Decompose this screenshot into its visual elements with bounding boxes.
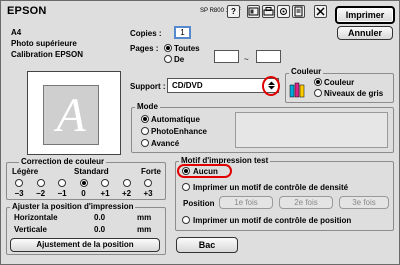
pages-from-radio[interactable] bbox=[164, 55, 172, 63]
correction-radio[interactable] bbox=[36, 179, 45, 187]
couleur-title: Couleur bbox=[289, 67, 324, 76]
mode-photoenhance-label: PhotoEnhance bbox=[151, 127, 208, 136]
support-arrow-highlight bbox=[262, 76, 280, 96]
print-button[interactable]: Imprimer bbox=[335, 6, 395, 24]
correction-tick-label: 0 bbox=[81, 189, 86, 198]
pages-to-field[interactable] bbox=[256, 50, 281, 63]
print-dialog: EPSON SP R800 1.50F ? Imprimer Annuler A… bbox=[0, 0, 400, 265]
calibration-label: Calibration EPSON bbox=[11, 50, 84, 59]
pages-all-radio[interactable] bbox=[164, 44, 172, 52]
second-time-button[interactable]: 2e fois bbox=[279, 196, 333, 209]
mode-auto-label: Automatique bbox=[151, 115, 200, 124]
mode-photoenhance-radio[interactable] bbox=[141, 127, 149, 135]
preview-icon[interactable] bbox=[292, 5, 305, 18]
copies-label: Copies : bbox=[130, 29, 162, 38]
couleur-color-radio[interactable] bbox=[314, 78, 322, 86]
couleur-color-label: Couleur bbox=[324, 78, 355, 87]
test-none-label: Aucun bbox=[193, 167, 218, 176]
correction-radio[interactable] bbox=[79, 179, 88, 187]
copies-field[interactable]: 1 bbox=[174, 26, 191, 39]
correction-tick-label: −3 bbox=[14, 189, 24, 198]
epson-logo: EPSON bbox=[7, 5, 47, 17]
mode-title: Mode bbox=[135, 102, 160, 111]
mode-advanced-radio[interactable] bbox=[141, 139, 149, 147]
test-position-label: Imprimer un motif de contrôle de positio… bbox=[193, 216, 352, 225]
horizontal-label: Horizontale bbox=[14, 213, 58, 222]
ink-cartridge-icon bbox=[289, 79, 305, 99]
pages-label: Pages : bbox=[130, 44, 159, 53]
paper-size: A4 bbox=[11, 28, 22, 37]
correction-tick-label: −2 bbox=[35, 189, 46, 198]
pages-all-label: Toutes bbox=[174, 44, 200, 53]
test-density-label: Imprimer un motif de contrôle de densité bbox=[193, 183, 349, 192]
printer-icon[interactable] bbox=[262, 5, 275, 18]
mode-description-box bbox=[235, 112, 388, 148]
pages-from-label: De bbox=[174, 55, 185, 64]
preview-letter: A bbox=[43, 85, 99, 145]
mode-auto-radio[interactable] bbox=[141, 115, 149, 123]
couleur-grayscale-label: Niveaux de gris bbox=[324, 89, 384, 98]
couleur-grayscale-radio[interactable] bbox=[314, 89, 322, 97]
pages-range-separator: ~ bbox=[244, 55, 249, 64]
vertical-value: 0.0 bbox=[94, 225, 106, 234]
back-button[interactable]: Bac bbox=[176, 237, 238, 253]
test-position-radio[interactable] bbox=[182, 216, 190, 224]
correction-low-label: Légère bbox=[12, 167, 39, 176]
mode-advanced-label: Avancé bbox=[151, 139, 180, 148]
correction-radio[interactable] bbox=[101, 179, 109, 187]
help-icon[interactable]: ? bbox=[227, 5, 240, 18]
correction-radio[interactable] bbox=[58, 179, 66, 187]
horizontal-value: 0.0 bbox=[94, 213, 106, 222]
close-icon[interactable] bbox=[314, 5, 327, 18]
correction-mid-label: Standard bbox=[74, 167, 109, 176]
support-value: CD/DVD bbox=[172, 81, 203, 90]
position-adjust-title: Ajuster la position d'impression bbox=[10, 202, 136, 211]
pages-from-field[interactable] bbox=[214, 50, 239, 63]
horizontal-unit: mm bbox=[137, 213, 152, 222]
page-preview: A bbox=[27, 71, 121, 155]
vertical-unit: mm bbox=[137, 225, 152, 234]
correction-radio[interactable] bbox=[122, 179, 131, 187]
correction-high-label: Forte bbox=[141, 167, 161, 176]
vertical-label: Verticale bbox=[14, 225, 47, 234]
correction-tick-label: +1 bbox=[100, 189, 110, 198]
test-none-radio[interactable] bbox=[182, 167, 190, 175]
test-density-radio[interactable] bbox=[182, 183, 190, 191]
correction-tick-label: +3 bbox=[143, 189, 153, 198]
first-time-button[interactable]: 1e fois bbox=[219, 196, 273, 209]
correction-radio[interactable] bbox=[144, 179, 152, 187]
correction-radio[interactable] bbox=[15, 179, 23, 187]
position-label: Position bbox=[183, 199, 215, 208]
support-label: Support : bbox=[130, 82, 166, 91]
adjust-position-button[interactable]: Ajustement de la position bbox=[10, 238, 160, 252]
color-correction-title: Correction de couleur bbox=[19, 157, 107, 166]
settings-icon[interactable] bbox=[277, 5, 290, 18]
third-time-button[interactable]: 3e fois bbox=[339, 196, 389, 209]
cancel-button[interactable]: Annuler bbox=[337, 26, 393, 40]
correction-tick-label: +2 bbox=[121, 189, 132, 198]
media-type: Photo supérieure bbox=[11, 39, 77, 48]
correction-tick-label: −1 bbox=[57, 189, 67, 198]
layout-icon[interactable] bbox=[247, 5, 260, 18]
